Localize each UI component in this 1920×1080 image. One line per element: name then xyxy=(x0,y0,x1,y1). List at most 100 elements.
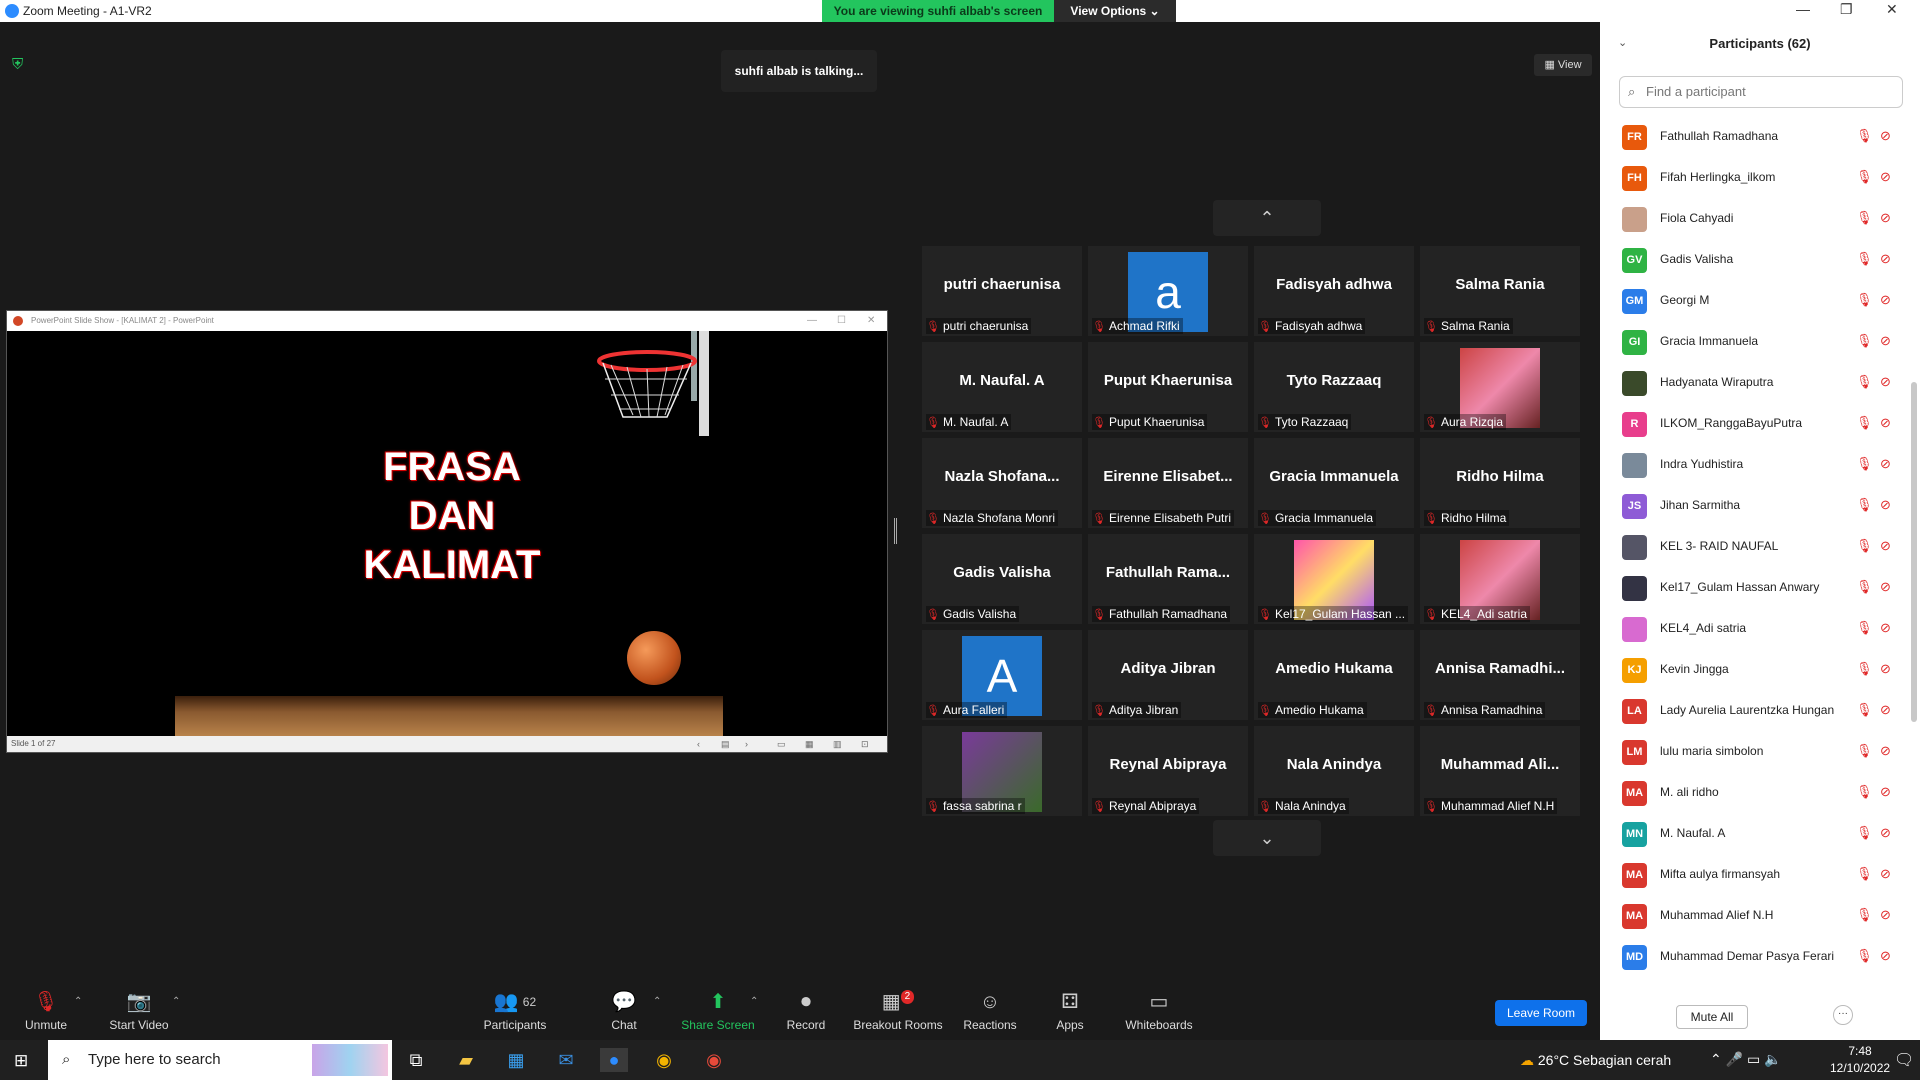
participant-row[interactable]: LA Lady Aurelia Laurentzka Hungan 🎙 ⊘ xyxy=(1600,691,1910,732)
video-tile[interactable]: Amedio Hukama 🎙 Amedio Hukama xyxy=(1254,630,1414,720)
video-tile[interactable]: a 🎙 Achmad Rifki xyxy=(1088,246,1248,336)
microsoft-store-icon[interactable]: ▦ xyxy=(502,1048,530,1072)
video-off-icon[interactable]: ⊘ xyxy=(1880,743,1891,759)
splitter-handle[interactable] xyxy=(894,518,897,544)
video-off-icon[interactable]: ⊘ xyxy=(1880,579,1891,595)
video-off-icon[interactable]: ⊘ xyxy=(1880,210,1891,226)
video-off-icon[interactable]: ⊘ xyxy=(1880,374,1891,390)
video-tile[interactable]: Gracia Immanuela 🎙 Gracia Immanuela xyxy=(1254,438,1414,528)
mic-muted-icon[interactable]: 🎙 xyxy=(1856,866,1873,882)
chat-options-caret[interactable]: ⌃ xyxy=(653,996,661,1007)
participant-row[interactable]: KEL4_Adi satria 🎙 ⊘ xyxy=(1600,609,1910,650)
participant-row[interactable]: FH Fifah Herlingka_ilkom 🎙 ⊘ xyxy=(1600,158,1910,199)
mic-muted-icon[interactable]: 🎙 xyxy=(1856,825,1873,841)
video-off-icon[interactable]: ⊘ xyxy=(1880,333,1891,349)
video-tile[interactable]: Muhammad Ali... 🎙 Muhammad Alief N.H xyxy=(1420,726,1580,816)
participant-row[interactable]: Hadyanata Wiraputra 🎙 ⊘ xyxy=(1600,363,1910,404)
chrome-icon[interactable]: ◉ xyxy=(650,1048,678,1072)
video-off-icon[interactable]: ⊘ xyxy=(1880,784,1891,800)
participant-list-scrollbar[interactable] xyxy=(1911,382,1917,722)
reactions-button[interactable]: ☺ Reactions xyxy=(962,990,1018,1032)
unmute-button[interactable]: 🎙 Unmute xyxy=(20,990,72,1032)
video-tile[interactable]: Aditya Jibran 🎙 Aditya Jibran xyxy=(1088,630,1248,720)
mic-muted-icon[interactable]: 🎙 xyxy=(1856,333,1873,349)
video-off-icon[interactable]: ⊘ xyxy=(1880,128,1891,144)
video-off-icon[interactable]: ⊘ xyxy=(1880,866,1891,882)
participant-row[interactable]: MA Mifta aulya firmansyah 🎙 ⊘ xyxy=(1600,855,1910,896)
video-off-icon[interactable]: ⊘ xyxy=(1880,169,1891,185)
video-tile[interactable]: Salma Rania 🎙 Salma Rania xyxy=(1420,246,1580,336)
video-tile[interactable]: A 🎙 Aura Falleri xyxy=(922,630,1082,720)
mic-muted-icon[interactable]: 🎙 xyxy=(1856,538,1873,554)
mic-muted-icon[interactable]: 🎙 xyxy=(1856,374,1873,390)
mic-muted-icon[interactable]: 🎙 xyxy=(1856,743,1873,759)
mic-muted-icon[interactable]: 🎙 xyxy=(1856,251,1873,267)
participant-row[interactable]: Kel17_Gulam Hassan Anwary 🎙 ⊘ xyxy=(1600,568,1910,609)
chat-button[interactable]: 💬 Chat xyxy=(606,990,642,1032)
mic-muted-icon[interactable]: 🎙 xyxy=(1856,169,1873,185)
video-off-icon[interactable]: ⊘ xyxy=(1880,456,1891,472)
video-off-icon[interactable]: ⊘ xyxy=(1880,620,1891,636)
file-explorer-icon[interactable]: ▰ xyxy=(452,1048,480,1072)
more-options-button[interactable]: ··· xyxy=(1833,1005,1853,1025)
video-off-icon[interactable]: ⊘ xyxy=(1880,907,1891,923)
participants-button[interactable]: 👥 62 Participants xyxy=(480,990,550,1032)
video-tile[interactable]: Nala Anindya 🎙 Nala Anindya xyxy=(1254,726,1414,816)
maximize-button[interactable]: ❐ xyxy=(1840,1,1853,18)
video-tile[interactable]: Tyto Razzaaq 🎙 Tyto Razzaaq xyxy=(1254,342,1414,432)
mute-all-button[interactable]: Mute All xyxy=(1676,1005,1748,1029)
record-button[interactable]: ⏺ Record xyxy=(786,990,826,1032)
video-off-icon[interactable]: ⊘ xyxy=(1880,661,1891,677)
mic-muted-icon[interactable]: 🎙 xyxy=(1856,702,1873,718)
weather-widget[interactable]: ☁ 26°C Sebagian cerah xyxy=(1520,1052,1671,1069)
video-tile[interactable]: Reynal Abipraya 🎙 Reynal Abipraya xyxy=(1088,726,1248,816)
mic-muted-icon[interactable]: 🎙 xyxy=(1856,661,1873,677)
video-off-icon[interactable]: ⊘ xyxy=(1880,415,1891,431)
video-off-icon[interactable]: ⊘ xyxy=(1880,825,1891,841)
mic-muted-icon[interactable]: 🎙 xyxy=(1856,292,1873,308)
participant-row[interactable]: MN M. Naufal. A 🎙 ⊘ xyxy=(1600,814,1910,855)
gallery-prev-page-button[interactable]: ⌃ xyxy=(1213,200,1321,236)
video-tile[interactable]: 🎙 KEL4_Adi satria xyxy=(1420,534,1580,624)
view-options-button[interactable]: View Options ⌄ xyxy=(1054,0,1176,22)
mic-muted-icon[interactable]: 🎙 xyxy=(1856,948,1873,964)
view-button[interactable]: ▦ View xyxy=(1534,54,1592,76)
participant-row[interactable]: FR Fathullah Ramadhana 🎙 ⊘ xyxy=(1600,117,1910,158)
video-tile[interactable]: M. Naufal. A 🎙 M. Naufal. A xyxy=(922,342,1082,432)
participant-row[interactable]: MA Muhammad Alief N.H 🎙 ⊘ xyxy=(1600,896,1910,937)
audio-options-caret[interactable]: ⌃ xyxy=(74,996,82,1007)
gallery-next-page-button[interactable]: ⌄ xyxy=(1213,820,1321,856)
video-tile[interactable]: 🎙 fassa sabrina r xyxy=(922,726,1082,816)
participant-row[interactable]: Indra Yudhistira 🎙 ⊘ xyxy=(1600,445,1910,486)
share-options-caret[interactable]: ⌃ xyxy=(750,996,758,1007)
video-tile[interactable]: 🎙 Aura Rizqia xyxy=(1420,342,1580,432)
participant-row[interactable]: JS Jihan Sarmitha 🎙 ⊘ xyxy=(1600,486,1910,527)
video-tile[interactable]: Fathullah Rama... 🎙 Fathullah Ramadhana xyxy=(1088,534,1248,624)
participant-row[interactable]: GM Georgi M 🎙 ⊘ xyxy=(1600,281,1910,322)
mic-muted-icon[interactable]: 🎙 xyxy=(1856,620,1873,636)
video-off-icon[interactable]: ⊘ xyxy=(1880,702,1891,718)
mic-muted-icon[interactable]: 🎙 xyxy=(1856,784,1873,800)
chrome-profile-icon[interactable]: ◉ xyxy=(700,1048,728,1072)
whiteboards-button[interactable]: ▭ Whiteboards xyxy=(1124,990,1194,1032)
system-tray-icons[interactable]: ⌃ 🎤 ▭ 🔈 xyxy=(1710,1051,1782,1068)
participant-row[interactable]: GV Gadis Valisha 🎙 ⊘ xyxy=(1600,240,1910,281)
task-view-icon[interactable]: ⧉ xyxy=(402,1048,430,1072)
video-tile[interactable]: 🎙 Kel17_Gulam Hassan ... xyxy=(1254,534,1414,624)
video-off-icon[interactable]: ⊘ xyxy=(1880,292,1891,308)
minimize-button[interactable]: — xyxy=(1796,1,1810,17)
mic-muted-icon[interactable]: 🎙 xyxy=(1856,210,1873,226)
video-off-icon[interactable]: ⊘ xyxy=(1880,538,1891,554)
participant-search-input[interactable]: ⌕ Find a participant xyxy=(1619,76,1903,108)
participant-row[interactable]: MD Muhammad Demar Pasya Ferari 🎙 ⊘ xyxy=(1600,937,1910,978)
participant-row[interactable]: GI Gracia Immanuela 🎙 ⊘ xyxy=(1600,322,1910,363)
video-off-icon[interactable]: ⊘ xyxy=(1880,948,1891,964)
participant-row[interactable]: R ILKOM_RanggaBayuPutra 🎙 ⊘ xyxy=(1600,404,1910,445)
mail-icon[interactable]: ✉ xyxy=(552,1048,580,1072)
mic-muted-icon[interactable]: 🎙 xyxy=(1856,415,1873,431)
notification-center-icon[interactable]: 🗨 xyxy=(1894,1050,1914,1070)
video-tile[interactable]: Gadis Valisha 🎙 Gadis Valisha xyxy=(922,534,1082,624)
mic-muted-icon[interactable]: 🎙 xyxy=(1856,907,1873,923)
video-tile[interactable]: Ridho Hilma 🎙 Ridho Hilma xyxy=(1420,438,1580,528)
participant-row[interactable]: Fiola Cahyadi 🎙 ⊘ xyxy=(1600,199,1910,240)
